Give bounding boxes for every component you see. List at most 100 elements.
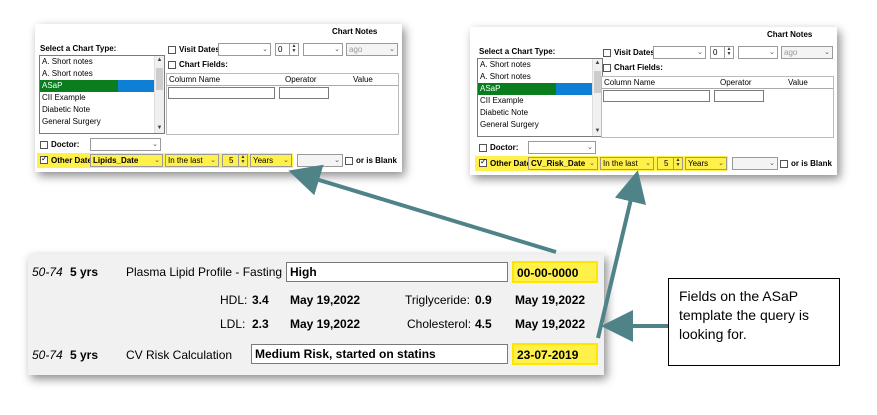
chevron-down-icon: ⌄ xyxy=(824,49,830,56)
count-spinner[interactable]: 5 ▲ ▼ xyxy=(222,154,248,167)
list-scrollbar[interactable]: ▲ ▼ xyxy=(154,56,164,133)
value-header: Value xyxy=(353,75,373,84)
visit-dates-ago-combo[interactable]: ago ⌄ xyxy=(346,43,398,56)
operator-input[interactable] xyxy=(714,90,764,102)
visit-dates-spinner[interactable]: 0 ▲ ▼ xyxy=(710,46,734,59)
or-is-blank-checkbox[interactable] xyxy=(780,160,788,168)
panel-title: Chart Notes xyxy=(332,27,378,36)
spinner-arrows-icon[interactable]: ▲ ▼ xyxy=(724,47,733,58)
visit-dates-label: Visit Dates xyxy=(614,48,655,57)
callout-note: Fields on the ASaP template the query is… xyxy=(668,278,840,366)
chart-fields-checkbox[interactable] xyxy=(168,61,176,69)
chevron-down-icon: ⌄ xyxy=(587,144,593,151)
chevron-down-icon: ⌄ xyxy=(645,160,651,167)
unit-value: Years xyxy=(688,159,709,168)
blank-combo[interactable]: ⌄ xyxy=(297,154,343,167)
row2-date: 23-07-2019 xyxy=(517,348,579,362)
other-date-field-combo[interactable]: Lipids_Date ⌄ xyxy=(90,154,163,167)
ldl-date: May 19,2022 xyxy=(290,317,361,331)
triglyceride-value: 0.9 xyxy=(475,293,492,307)
chevron-down-icon: ⌄ xyxy=(262,46,268,53)
other-date-checkbox[interactable] xyxy=(40,154,48,164)
unit-combo[interactable]: Years ⌄ xyxy=(250,154,292,167)
chart-fields-checkbox[interactable] xyxy=(603,64,611,72)
column-name-header: Column Name xyxy=(604,78,656,87)
chart-fields-grid[interactable]: Column Name Operator Value xyxy=(601,76,834,138)
visit-dates-unit-combo[interactable]: ⌄ xyxy=(303,43,343,56)
doctor-checkbox[interactable] xyxy=(479,144,487,152)
hdl-value: 3.4 xyxy=(252,293,269,307)
blank-combo[interactable]: ⌄ xyxy=(732,157,778,170)
scroll-down-icon[interactable]: ▼ xyxy=(155,124,164,133)
scroll-thumb[interactable] xyxy=(594,71,601,93)
visit-dates-checkbox[interactable] xyxy=(603,49,611,57)
spinner-arrows-icon[interactable]: ▲ ▼ xyxy=(289,44,298,55)
doctor-combo[interactable]: ⌄ xyxy=(528,141,596,154)
chevron-down-icon: ⌄ xyxy=(769,49,775,56)
operator-header: Operator xyxy=(285,75,317,84)
list-item-selected[interactable]: ASaP xyxy=(40,80,164,92)
list-item[interactable]: A. Short notes xyxy=(478,71,602,83)
spinner-arrows-icon[interactable]: ▲ ▼ xyxy=(673,158,682,169)
doctor-combo[interactable]: ⌄ xyxy=(90,138,161,151)
chevron-down-icon: ⌄ xyxy=(697,49,703,56)
list-item[interactable]: A. Short notes xyxy=(478,59,602,71)
row1-frequency: 5 yrs xyxy=(70,265,99,279)
row2-value: Medium Risk, started on statins xyxy=(255,347,436,361)
list-item-selected[interactable]: ASaP xyxy=(478,83,602,95)
select-chart-type-label: Select a Chart Type: xyxy=(479,47,556,56)
header-divider xyxy=(602,88,833,89)
column-name-input[interactable] xyxy=(603,90,710,102)
visit-dates-spinner[interactable]: 0 ▲ ▼ xyxy=(275,43,299,56)
visit-dates-combo[interactable]: ⌄ xyxy=(218,43,271,56)
chevron-down-icon: ⌄ xyxy=(334,157,340,164)
count-value: 5 xyxy=(229,156,234,165)
list-item[interactable]: General Surgery xyxy=(478,119,602,131)
scroll-up-icon[interactable]: ▲ xyxy=(593,59,602,68)
row2-date-field[interactable]: 23-07-2019 xyxy=(512,343,598,365)
period-combo[interactable]: In the last ⌄ xyxy=(165,154,219,167)
period-combo[interactable]: In the last ⌄ xyxy=(600,157,654,170)
row1-date: 00-00-0000 xyxy=(517,266,579,280)
chevron-down-icon: ⌄ xyxy=(389,46,395,53)
visit-dates-combo[interactable]: ⌄ xyxy=(653,46,706,59)
row1-date-field[interactable]: 00-00-0000 xyxy=(512,261,598,283)
row1-value-field[interactable]: High xyxy=(286,262,508,282)
row2-age-range: 50-74 xyxy=(32,348,63,362)
chart-fields-grid[interactable]: Column Name Operator Value xyxy=(166,73,399,135)
operator-input[interactable] xyxy=(279,87,329,99)
scroll-up-icon[interactable]: ▲ xyxy=(155,56,164,65)
count-spinner[interactable]: 5 ▲ ▼ xyxy=(657,157,683,170)
row2-value-field[interactable]: Medium Risk, started on statins xyxy=(251,344,508,364)
chart-type-list[interactable]: A. Short notes A. Short notes ASaP CII E… xyxy=(477,58,603,137)
column-name-input[interactable] xyxy=(168,87,275,99)
spinner-value: 0 xyxy=(713,48,718,57)
chevron-down-icon: ⌄ xyxy=(718,160,724,167)
doctor-checkbox[interactable] xyxy=(40,141,48,149)
chart-type-list[interactable]: A. Short notes A. Short notes ASaP CII E… xyxy=(39,55,165,134)
unit-value: Years xyxy=(253,156,274,165)
unit-combo[interactable]: Years ⌄ xyxy=(685,157,727,170)
visit-dates-unit-combo[interactable]: ⌄ xyxy=(738,46,778,59)
chevron-down-icon: ⌄ xyxy=(283,157,289,164)
ldl-value: 2.3 xyxy=(252,317,269,331)
scroll-thumb[interactable] xyxy=(156,68,163,90)
row2-label: CV Risk Calculation xyxy=(126,348,233,362)
list-item[interactable]: General Surgery xyxy=(40,116,164,128)
other-date-field-combo[interactable]: CV_Risk_Date ⌄ xyxy=(528,157,598,170)
visit-dates-ago-combo[interactable]: ago ⌄ xyxy=(781,46,833,59)
or-is-blank-checkbox[interactable] xyxy=(345,157,353,165)
list-item[interactable]: CII Example xyxy=(478,95,602,107)
other-date-label: Other Date xyxy=(490,159,531,168)
visit-dates-checkbox[interactable] xyxy=(168,46,176,54)
list-item[interactable]: CII Example xyxy=(40,92,164,104)
other-date-checkbox[interactable] xyxy=(479,157,487,167)
list-item[interactable]: Diabetic Note xyxy=(40,104,164,116)
triglyceride-date: May 19,2022 xyxy=(515,293,586,307)
cholesterol-value: 4.5 xyxy=(475,317,492,331)
list-item[interactable]: A. Short notes xyxy=(40,68,164,80)
list-item[interactable]: A. Short notes xyxy=(40,56,164,68)
chevron-down-icon: ⌄ xyxy=(589,160,595,167)
spinner-arrows-icon[interactable]: ▲ ▼ xyxy=(238,155,247,166)
list-item[interactable]: Diabetic Note xyxy=(478,107,602,119)
